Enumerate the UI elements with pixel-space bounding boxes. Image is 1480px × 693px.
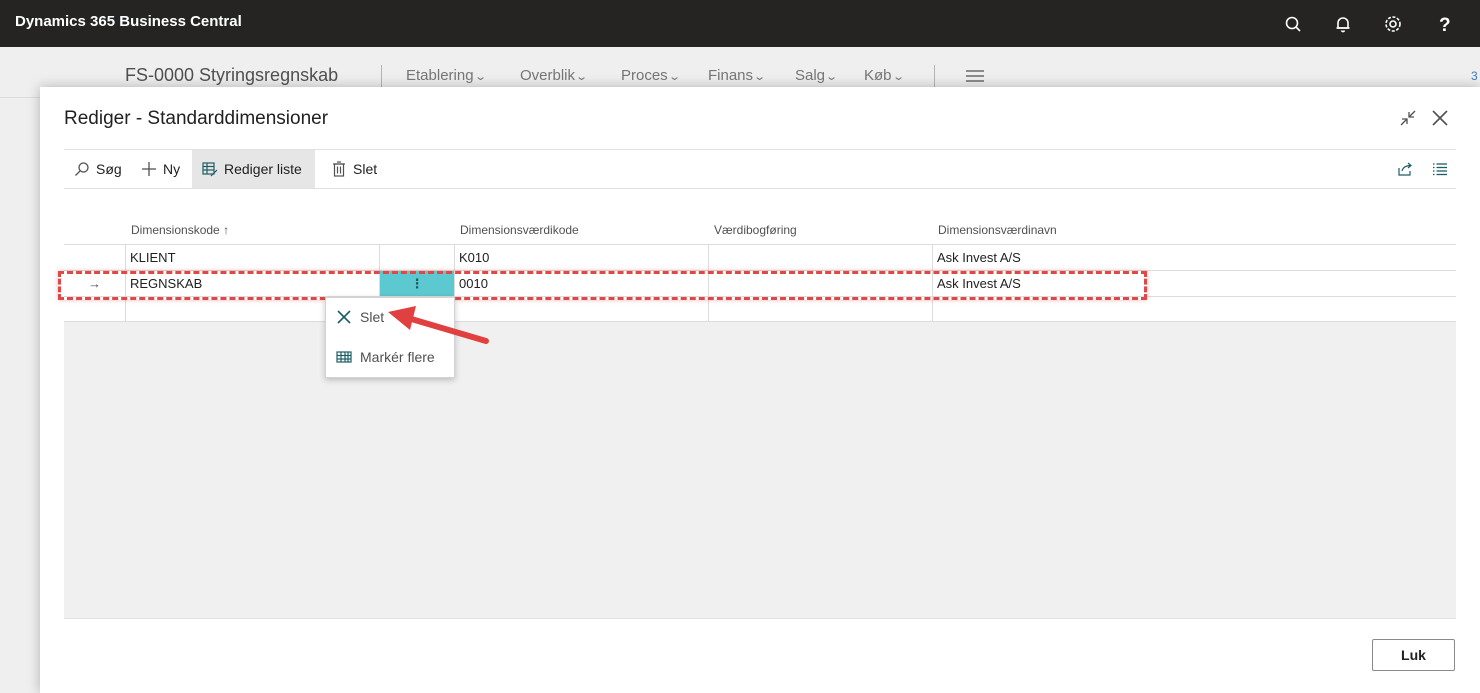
dialog-title: Rediger - Standarddimensioner <box>64 108 329 129</box>
divider <box>934 65 935 89</box>
row-action-cell[interactable] <box>379 245 454 270</box>
new-button[interactable]: Ny <box>131 150 190 188</box>
menu-finans[interactable]: Finans⌄ <box>708 67 766 84</box>
hamburger-icon[interactable] <box>966 70 984 85</box>
edit-list-icon <box>202 162 218 177</box>
search-icon[interactable] <box>1281 12 1305 36</box>
divider <box>381 65 382 89</box>
edit-dialog: Rediger - Standarddimensioner Søg Ny Red… <box>40 87 1480 693</box>
help-icon[interactable]: ? <box>1432 12 1456 36</box>
app-header: Dynamics 365 Business Central ? <box>0 0 1480 47</box>
dimension-code-cell[interactable]: KLIENT <box>125 245 379 270</box>
value-posting-cell[interactable] <box>708 245 932 270</box>
plus-icon <box>142 162 156 176</box>
row-marker[interactable] <box>64 245 125 270</box>
table-row[interactable]: KLIENT K010 Ask Invest A/S <box>64 244 1456 270</box>
close-button[interactable]: Luk <box>1372 639 1455 671</box>
menu-etablering[interactable]: Etablering⌄ <box>406 67 487 84</box>
edit-list-button[interactable]: Rediger liste <box>192 150 315 188</box>
dimensions-grid: KLIENT K010 Ask Invest A/S → REGNSKAB ⋮ … <box>64 244 1456 618</box>
app-title[interactable]: Dynamics 365 Business Central <box>15 13 242 30</box>
dimension-value-code-cell[interactable]: K010 <box>454 245 708 270</box>
svg-text:?: ? <box>1439 15 1451 36</box>
edge-text: 3 <box>1471 69 1478 83</box>
search-icon <box>75 162 89 176</box>
share-icon[interactable] <box>1397 161 1413 177</box>
close-icon[interactable] <box>1430 108 1450 128</box>
trash-icon <box>333 161 345 177</box>
action-bar: Søg Ny Rediger liste Slet <box>64 149 1456 189</box>
pointer-arrow-annotation <box>388 306 489 344</box>
gear-icon[interactable] <box>1381 12 1405 36</box>
menu-overblik[interactable]: Overblik⌄ <box>520 67 588 84</box>
bell-icon[interactable] <box>1331 12 1355 36</box>
dimension-value-name-cell[interactable] <box>932 297 1456 322</box>
collapse-icon[interactable] <box>1398 108 1418 128</box>
delete-button[interactable]: Slet <box>321 150 387 188</box>
menu-koeb[interactable]: Køb⌄ <box>864 67 905 84</box>
row-marker[interactable] <box>64 297 125 322</box>
column-header-value-posting[interactable]: Værdibogføring <box>714 223 797 237</box>
search-button[interactable]: Søg <box>64 150 132 188</box>
delete-x-icon <box>337 310 351 324</box>
page-title: FS-0000 Styringsregnskab <box>125 65 339 85</box>
divider <box>64 618 1456 619</box>
menu-salg[interactable]: Salg⌄ <box>795 67 838 84</box>
column-header-dimension-value-name[interactable]: Dimensionsværdinavn <box>938 223 1057 237</box>
menu-proces[interactable]: Proces⌄ <box>621 67 681 84</box>
column-header-dimension-code[interactable]: Dimensionskode ↑ <box>131 223 229 237</box>
select-more-icon <box>336 351 352 363</box>
column-header-dimension-value-code[interactable]: Dimensionsværdikode <box>460 223 579 237</box>
value-posting-cell[interactable] <box>708 297 932 322</box>
list-view-icon[interactable] <box>1432 161 1448 177</box>
row-highlight-annotation <box>58 271 1147 300</box>
dimension-value-name-cell[interactable]: Ask Invest A/S <box>932 245 1456 270</box>
